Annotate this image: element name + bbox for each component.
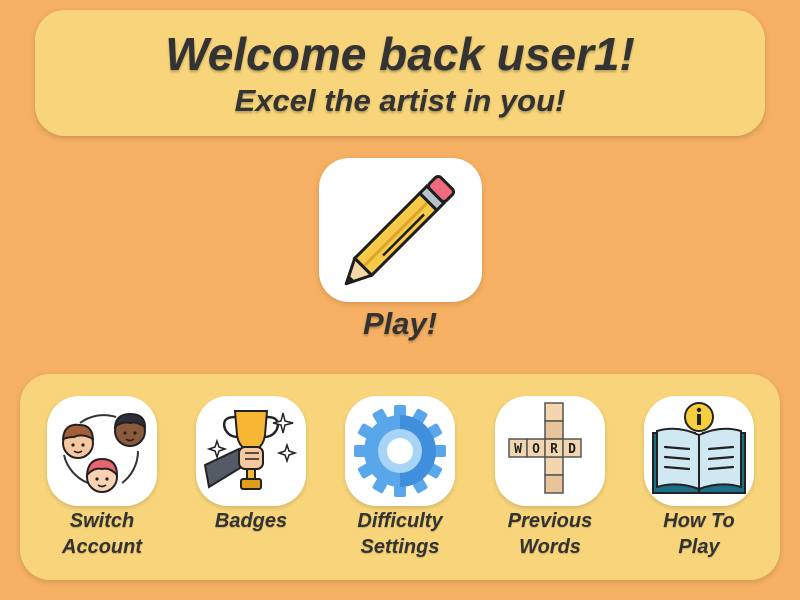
play-label: Play! [362, 306, 438, 341]
menu-tile [47, 396, 157, 506]
difficulty-settings-button[interactable]: Difficulty Settings [325, 396, 475, 560]
switch-account-label: Switch Account [62, 510, 142, 558]
trophy-icon [203, 410, 298, 490]
users-icon [61, 412, 147, 493]
switch-account-button[interactable]: Switch Account [27, 396, 177, 560]
info-book-icon [652, 402, 746, 494]
svg-text:O: O [532, 442, 540, 457]
svg-text:R: R [550, 442, 558, 457]
welcome-title: Welcome back user1! [165, 28, 635, 80]
menu-panel: Switch Account Badges Difficulty Setting… [20, 374, 780, 580]
difficulty-settings-label: Difficulty Settings [357, 510, 443, 558]
pencil-icon [344, 175, 455, 286]
menu-tile [345, 396, 455, 506]
play-button[interactable] [319, 158, 482, 302]
badges-label: Badges [214, 510, 288, 532]
menu-tile [196, 396, 306, 506]
crossword-icon: W O R D [508, 402, 582, 494]
previous-words-label: Previous Words [507, 510, 593, 558]
menu-tile [644, 396, 754, 506]
previous-words-button[interactable]: W O R D Previous Words [475, 396, 625, 560]
gear-icon [354, 405, 446, 497]
badges-button[interactable]: Badges [176, 396, 326, 534]
menu-tile: W O R D [495, 396, 605, 506]
svg-text:D: D [568, 442, 576, 457]
svg-text:W: W [514, 442, 522, 457]
how-to-play-label: How To Play [663, 510, 735, 558]
welcome-banner: Welcome back user1! Excel the artist in … [35, 10, 765, 136]
welcome-subtitle: Excel the artist in you! [234, 83, 566, 118]
how-to-play-button[interactable]: How To Play [624, 396, 774, 560]
